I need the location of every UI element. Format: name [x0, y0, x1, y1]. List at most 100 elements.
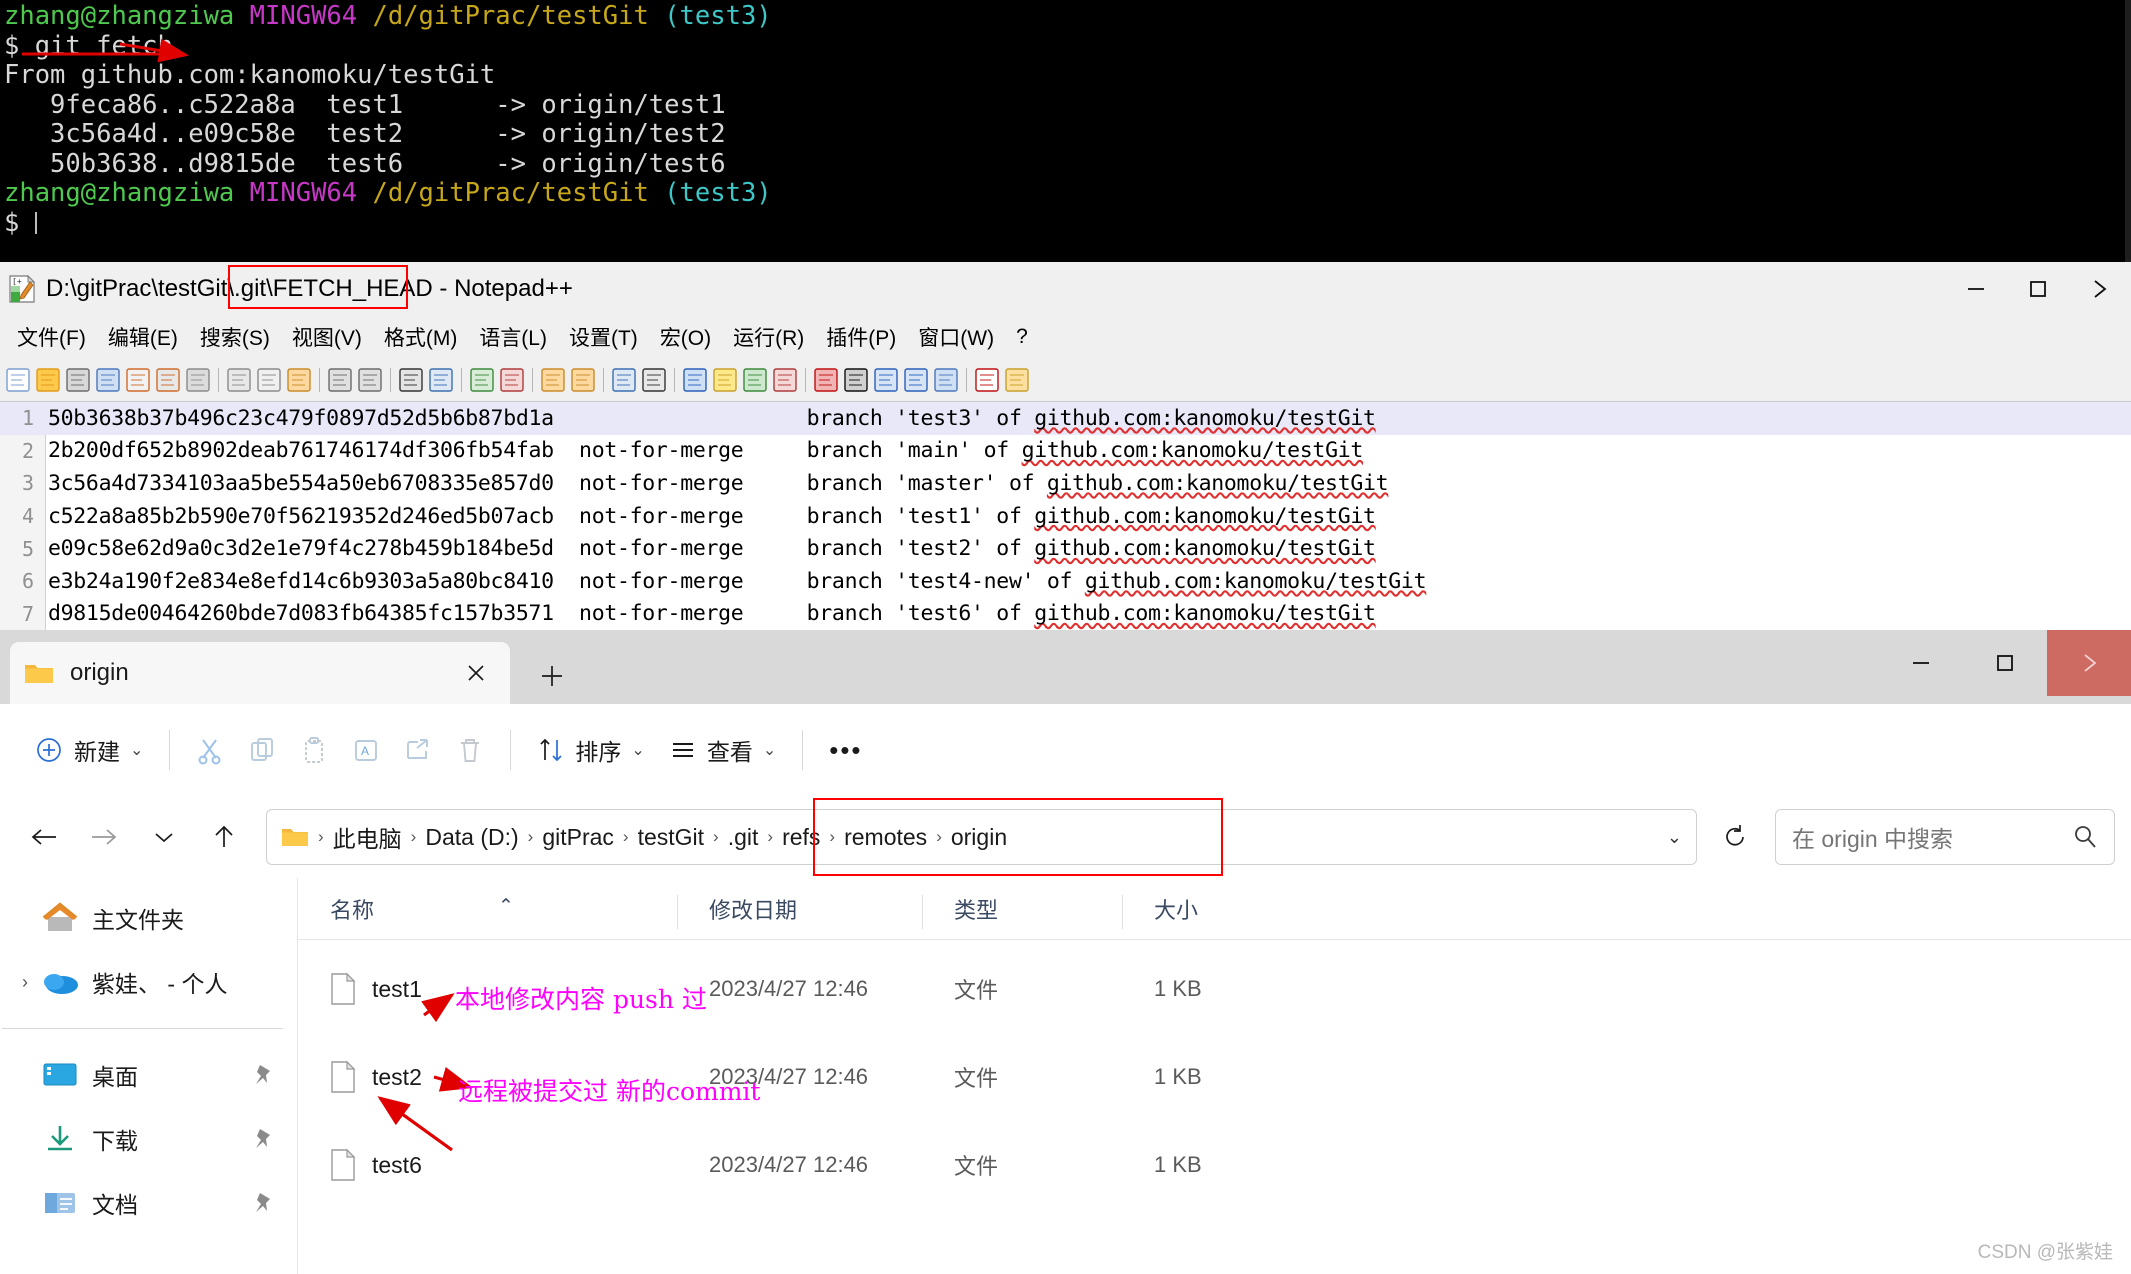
view-button[interactable]: 查看 ⌄ — [657, 722, 788, 778]
sidebar-item-2[interactable]: 桌面 — [0, 1043, 297, 1107]
breadcrumb-item-gitPrac[interactable]: gitPrac — [536, 822, 620, 853]
copy-icon[interactable] — [255, 366, 283, 394]
close-button[interactable] — [2069, 262, 2131, 316]
explorer-sidebar[interactable]: 主文件夹 › 紫娃、 - 个人 桌面 下载 文档 — [0, 878, 298, 1274]
back-button[interactable] — [16, 809, 72, 865]
doc-list-icon[interactable] — [1003, 366, 1031, 394]
spellcheck-icon[interactable] — [973, 366, 1001, 394]
maximize-button[interactable] — [1963, 630, 2047, 696]
paste-icon[interactable] — [285, 366, 313, 394]
column-header-1[interactable]: 修改日期 — [677, 893, 938, 939]
chevron-down-icon[interactable]: ⌄ — [1657, 827, 1682, 848]
breadcrumb[interactable]: › 此电脑 › Data (D:) › gitPrac › testGit › .git › refs… — [315, 818, 1013, 856]
chevron-right-icon[interactable]: › — [10, 972, 40, 993]
play-macro-icon[interactable] — [872, 366, 900, 394]
breadcrumb-item-origin[interactable]: origin — [945, 822, 1013, 853]
undo-icon[interactable] — [326, 366, 354, 394]
menu-item-4[interactable]: 格式(M) — [373, 319, 468, 355]
address-bar[interactable]: › 此电脑 › Data (D:) › gitPrac › testGit › .git › refs… — [266, 798, 1697, 876]
breadcrumb-item-refs[interactable]: refs — [776, 822, 826, 853]
breadcrumb-item-remotes[interactable]: remotes — [838, 822, 933, 853]
breadcrumb-item-DataD[interactable]: Data (D:) — [419, 822, 524, 853]
save-all-icon[interactable] — [94, 366, 122, 394]
close-button[interactable] — [2047, 630, 2131, 696]
cut-icon[interactable] — [225, 366, 253, 394]
stop-macro-icon[interactable] — [842, 366, 870, 394]
notepadpp-editor[interactable]: 1 50b3638b37b496c23c479f0897d52d5b6b87bd1… — [0, 402, 2131, 630]
file-row[interactable]: test2 2023/4/27 12:46 文件 1 KB — [298, 1046, 2131, 1108]
pin-icon[interactable] — [251, 1063, 275, 1087]
sync-scroll-v-icon[interactable] — [539, 366, 567, 394]
delete-button[interactable] — [444, 722, 496, 778]
notepadpp-menubar[interactable]: 文件(F) 编辑(E) 搜索(S) 视图(V) 格式(M) 语言(L) 设置(T) 宏(O) 运… — [0, 316, 2131, 358]
editor-line[interactable]: 6 e3b24a190f2e834e8efd14c6b9303a5a80bc841… — [0, 565, 2131, 598]
search-input[interactable]: 在 origin 中搜索 — [1775, 809, 2115, 865]
editor-line[interactable]: 1 50b3638b37b496c23c479f0897d52d5b6b87bd1… — [0, 402, 2131, 435]
new-tab-button[interactable] — [524, 648, 580, 704]
replace-icon[interactable] — [427, 366, 455, 394]
sidebar-item-3[interactable]: 下载 — [0, 1107, 297, 1171]
forward-button[interactable] — [76, 809, 132, 865]
pin-icon[interactable] — [251, 1127, 275, 1151]
file-list-pane[interactable]: 名称 ⌃ 修改日期 类型 大小 test1 2023/4/27 12:46 文件 1 KB te… — [298, 878, 2131, 1274]
find-icon[interactable] — [397, 366, 425, 394]
refresh-button[interactable] — [1707, 809, 1763, 865]
explorer-tab-origin[interactable]: origin — [10, 642, 510, 704]
chevron-down-icon[interactable]: ⌄ — [130, 740, 143, 760]
up-button[interactable] — [196, 809, 252, 865]
indent-guide-icon[interactable] — [681, 366, 709, 394]
menu-item-9[interactable]: 插件(P) — [815, 319, 907, 355]
menu-item-6[interactable]: 设置(T) — [558, 319, 649, 355]
chevron-down-icon[interactable]: ⌄ — [631, 740, 644, 760]
maximize-button[interactable] — [2007, 262, 2069, 316]
breadcrumb-item-testGit[interactable]: testGit — [632, 822, 710, 853]
column-header-0[interactable]: 名称 ⌃ — [298, 893, 693, 939]
menu-item-0[interactable]: 文件(F) — [6, 319, 97, 355]
new-button[interactable]: 新建 ⌄ — [22, 722, 155, 778]
chevron-down-icon[interactable]: ⌄ — [763, 740, 776, 760]
doc-map-icon[interactable] — [741, 366, 769, 394]
zoom-in-icon[interactable] — [468, 366, 496, 394]
menu-item-5[interactable]: 语言(L) — [468, 319, 558, 355]
breadcrumb-item-[interactable]: 此电脑 — [327, 818, 408, 856]
share-button[interactable] — [392, 722, 444, 778]
recent-locations-button[interactable] — [136, 809, 192, 865]
sync-scroll-h-icon[interactable] — [569, 366, 597, 394]
open-file-icon[interactable] — [34, 366, 62, 394]
editor-line[interactable]: 7 d9815de00464260bde7d083fb64385fc157b357… — [0, 598, 2131, 630]
save-icon[interactable] — [64, 366, 92, 394]
editor-line[interactable]: 3 3c56a4d7334103aa5be554a50eb6708335e857d… — [0, 467, 2131, 500]
sidebar-item-0[interactable]: 主文件夹 — [0, 886, 297, 950]
explorer-command-bar[interactable]: 新建 ⌄ A 排序 ⌄ 查看 ⌄ ••• — [0, 704, 2131, 796]
menu-item-11[interactable]: ? — [1005, 322, 1039, 352]
column-header-2[interactable]: 类型 — [922, 893, 1138, 939]
close-all-icon[interactable] — [154, 366, 182, 394]
menu-item-7[interactable]: 宏(O) — [649, 319, 722, 355]
explorer-navigation-bar[interactable]: › 此电脑 › Data (D:) › gitPrac › testGit › .git › refs… — [0, 796, 2131, 878]
save-macro-icon[interactable] — [932, 366, 960, 394]
menu-item-1[interactable]: 编辑(E) — [97, 319, 189, 355]
zoom-out-icon[interactable] — [498, 366, 526, 394]
rename-button[interactable]: A — [340, 722, 392, 778]
notepadpp-toolbar[interactable] — [0, 358, 2131, 402]
print-icon[interactable] — [184, 366, 212, 394]
menu-item-8[interactable]: 运行(R) — [722, 319, 815, 355]
editor-line[interactable]: 5 e09c58e62d9a0c3d2e1e79f4c278b459b184be5… — [0, 532, 2131, 565]
close-file-icon[interactable] — [124, 366, 152, 394]
fast-play-macro-icon[interactable] — [902, 366, 930, 394]
menu-item-3[interactable]: 视图(V) — [281, 319, 373, 355]
paste-button[interactable] — [288, 722, 340, 778]
cut-button[interactable] — [184, 722, 236, 778]
notepadpp-titlebar[interactable]: [+ D:\gitPrac\testGit\.git\FETCH_HEAD - … — [0, 262, 2131, 316]
file-row[interactable]: test6 2023/4/27 12:46 文件 1 KB — [298, 1134, 2131, 1196]
editor-line[interactable]: 2 2b200df652b8902deab761746174df306fb54fa… — [0, 435, 2131, 468]
column-header-3[interactable]: 大小 — [1122, 893, 1338, 939]
breadcrumb-item-.git[interactable]: .git — [722, 822, 765, 853]
word-wrap-icon[interactable] — [610, 366, 638, 394]
show-all-chars-icon[interactable] — [640, 366, 668, 394]
redo-icon[interactable] — [356, 366, 384, 394]
file-row[interactable]: test1 2023/4/27 12:46 文件 1 KB — [298, 958, 2131, 1020]
menu-item-10[interactable]: 窗口(W) — [907, 319, 1005, 355]
user-lang-icon[interactable] — [711, 366, 739, 394]
minimize-button[interactable] — [1945, 262, 2007, 316]
